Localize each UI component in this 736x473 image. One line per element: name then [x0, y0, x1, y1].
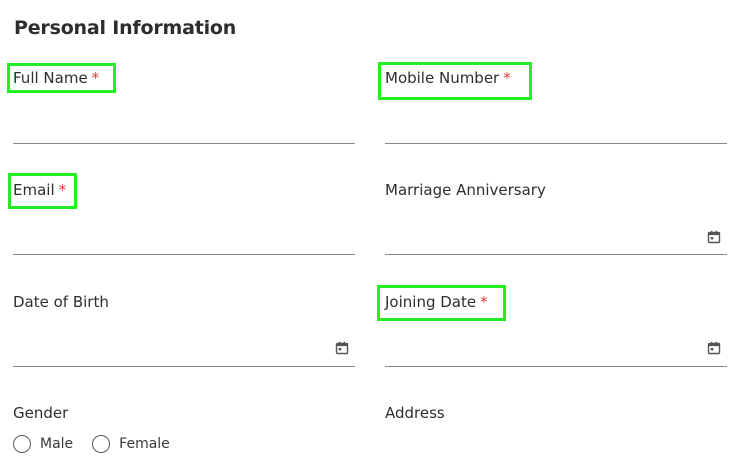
required-marker: * — [91, 69, 100, 87]
email-label: Email * — [13, 181, 67, 199]
date-of-birth-input[interactable] — [13, 336, 323, 366]
gender-radio-group: Male Female — [13, 435, 189, 453]
gender-label: Gender — [13, 404, 69, 422]
section-title: Personal Information — [14, 17, 237, 39]
joining-date-label: Joining Date * — [385, 293, 488, 311]
calendar-icon[interactable] — [707, 341, 721, 355]
joining-date-input[interactable] — [385, 336, 695, 366]
full-name-underline — [13, 143, 355, 144]
gender-male-radio[interactable] — [13, 435, 31, 453]
email-underline — [13, 254, 355, 255]
full-name-label: Full Name * — [13, 69, 100, 87]
full-name-input[interactable] — [13, 113, 355, 143]
mobile-number-input[interactable] — [385, 113, 727, 143]
required-marker: * — [58, 181, 67, 199]
required-marker: * — [480, 293, 488, 311]
gender-female-label[interactable]: Female — [119, 436, 170, 452]
mobile-number-underline — [385, 143, 727, 144]
mobile-number-label: Mobile Number * — [385, 69, 511, 87]
address-label: Address — [385, 404, 445, 422]
calendar-icon[interactable] — [335, 341, 349, 355]
date-of-birth-label: Date of Birth — [13, 293, 109, 311]
marriage-anniversary-underline — [385, 254, 727, 255]
gender-female-radio[interactable] — [92, 435, 111, 453]
calendar-icon[interactable] — [707, 230, 721, 244]
joining-date-underline — [385, 366, 727, 367]
marriage-anniversary-input[interactable] — [385, 224, 695, 254]
date-of-birth-underline — [13, 366, 355, 367]
email-input[interactable] — [13, 224, 355, 254]
gender-male-label[interactable]: Male — [40, 436, 73, 452]
marriage-anniversary-label: Marriage Anniversary — [385, 181, 546, 199]
required-marker: * — [503, 69, 511, 87]
